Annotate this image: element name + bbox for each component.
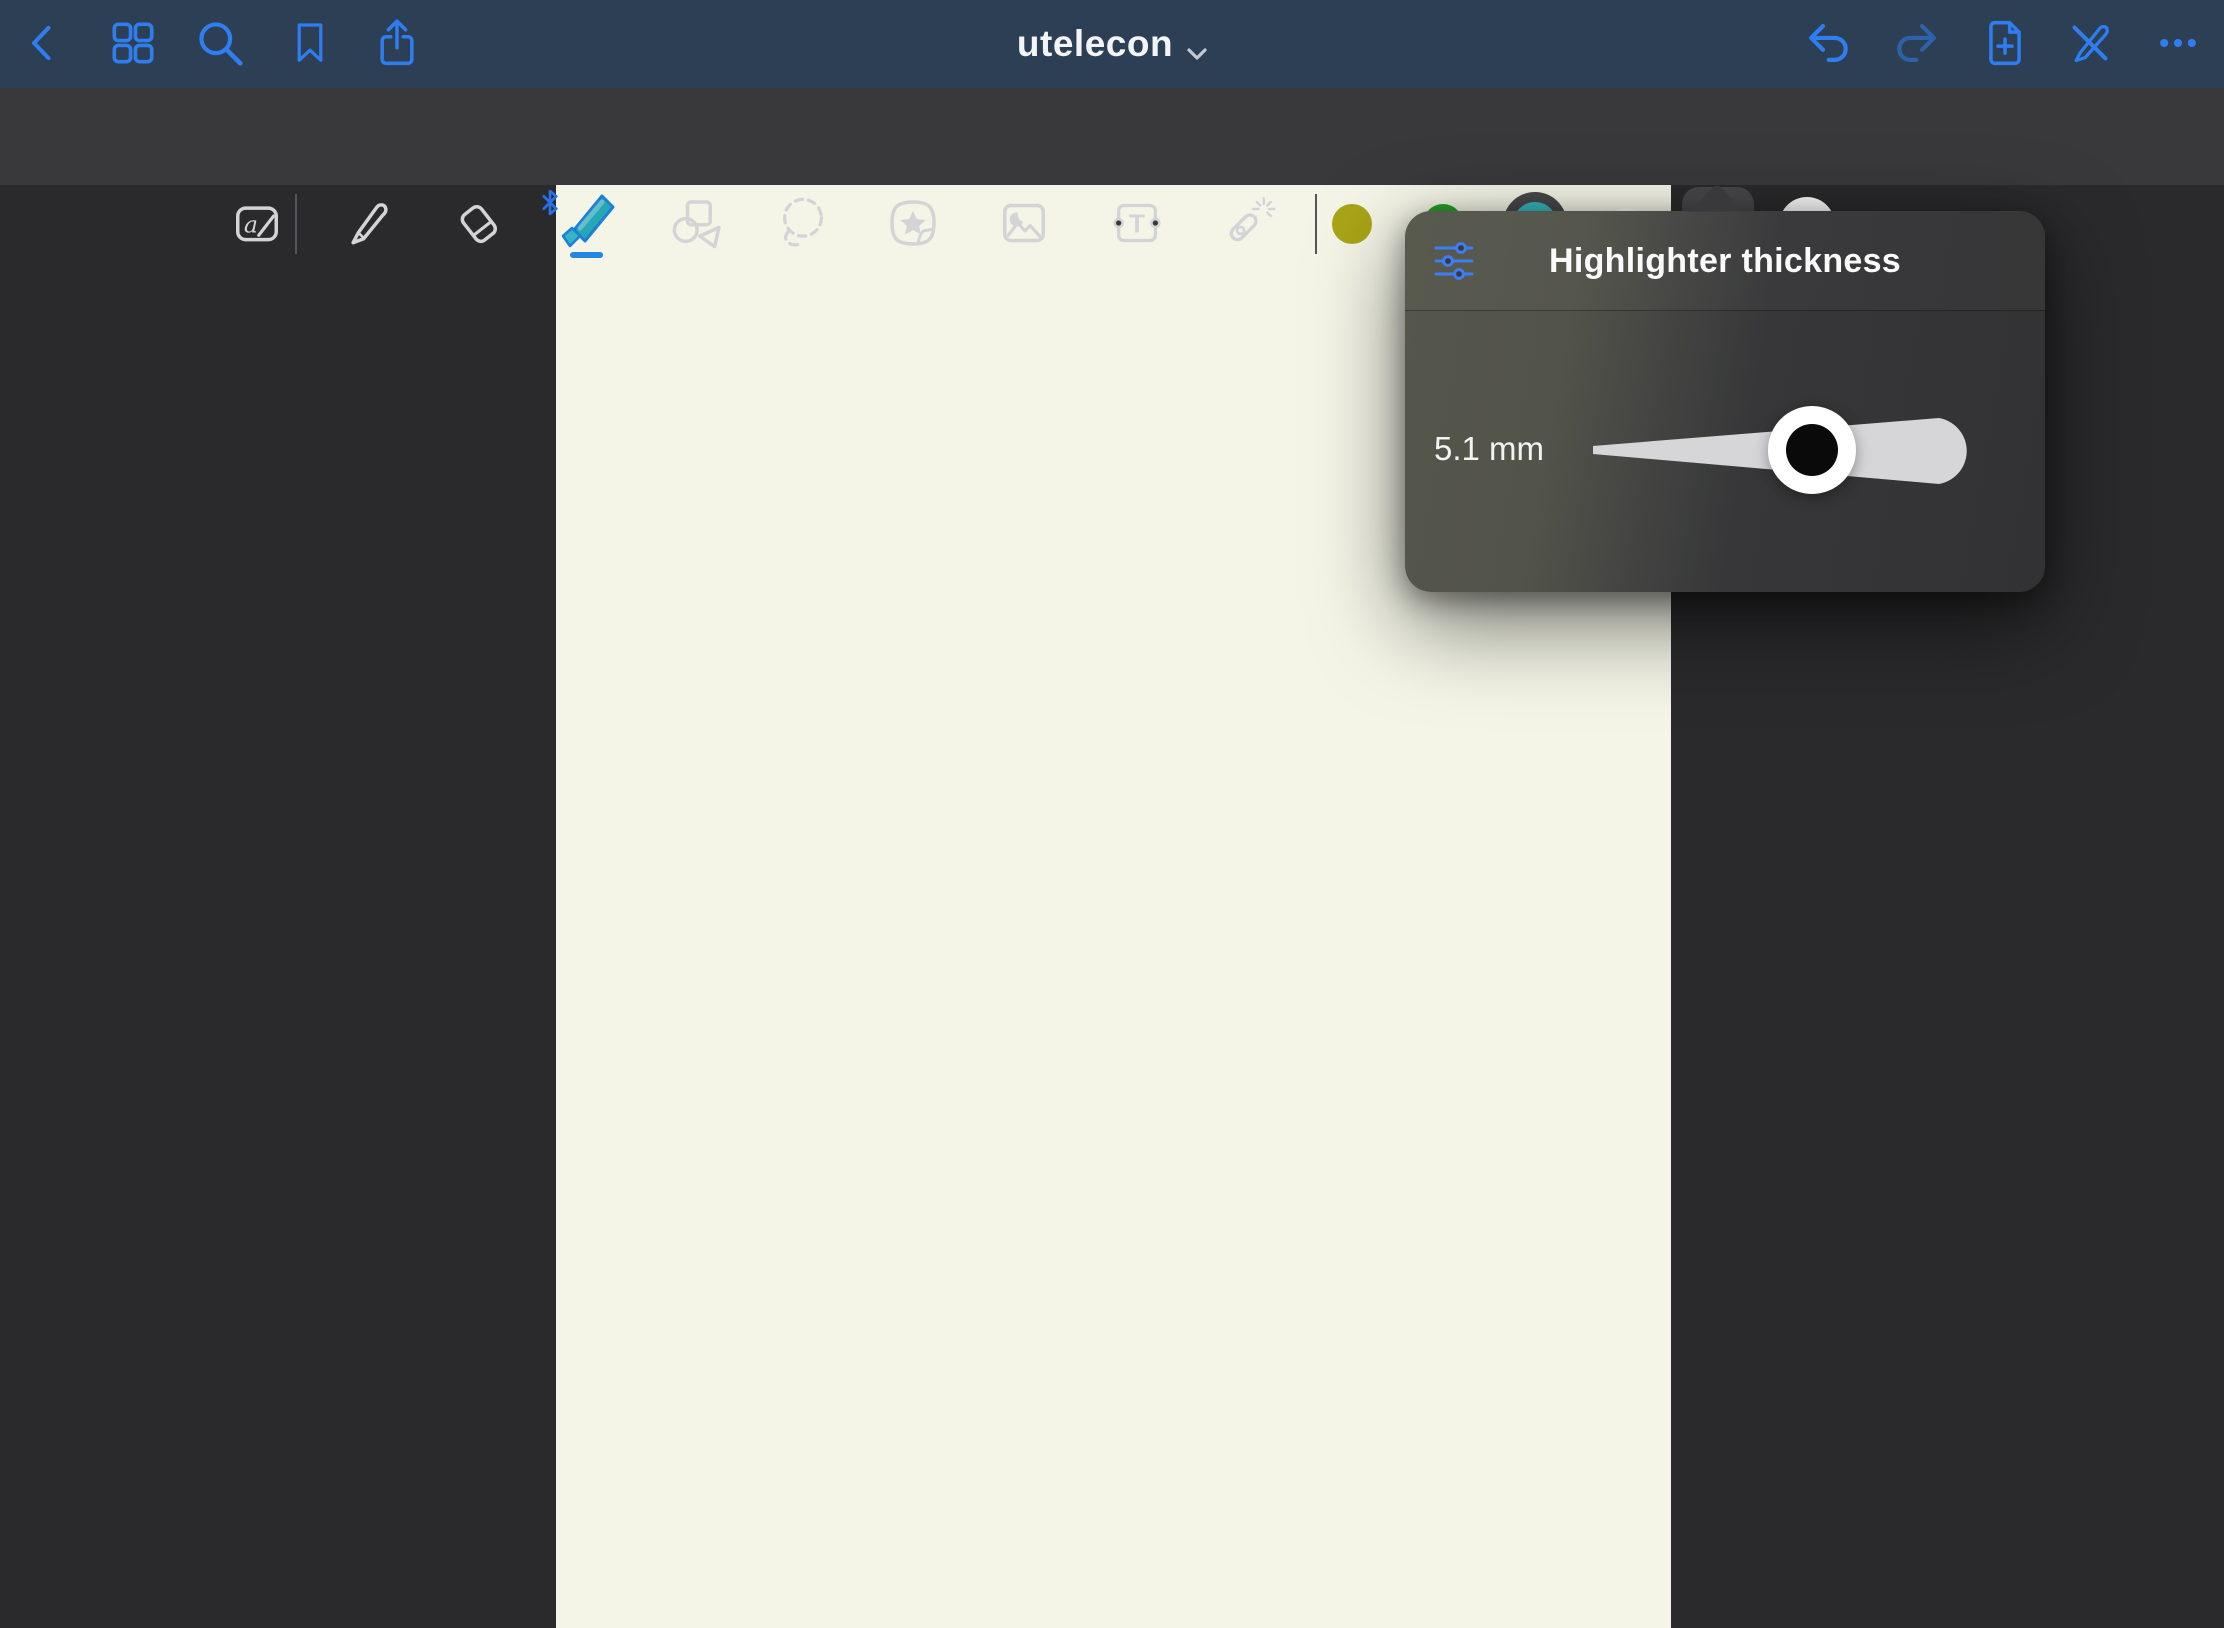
eraser-icon — [450, 195, 506, 254]
thickness-slider-knob-center — [1786, 424, 1838, 476]
laser-pointer-tool-button[interactable] — [1220, 196, 1276, 252]
thickness-slider-knob[interactable] — [1768, 406, 1856, 494]
undo-icon — [1801, 16, 1855, 73]
pen-crossed-icon — [2064, 17, 2116, 72]
text-tool-button[interactable]: T — [1109, 196, 1165, 252]
eraser-tool-button[interactable] — [450, 196, 506, 252]
image-tool-button[interactable] — [996, 196, 1052, 252]
more-ellipsis-icon — [2152, 17, 2204, 72]
title-chevron-down-icon — [1187, 27, 1207, 69]
editing-mode-icon: a — [229, 195, 285, 254]
more-button[interactable] — [2150, 16, 2206, 72]
toolbar-divider — [1315, 194, 1317, 254]
popover-caret — [1681, 185, 1753, 212]
bluetooth-icon — [541, 189, 559, 216]
text-icon: T — [1109, 195, 1165, 254]
shapes-tool-button[interactable] — [670, 196, 726, 252]
pen-tool-button[interactable] — [340, 196, 396, 252]
shapes-icon — [670, 195, 726, 254]
navigation-bar: utelecon — [0, 0, 2224, 88]
highlighter-icon — [560, 188, 624, 255]
pen-crossed-button[interactable] — [2062, 16, 2118, 72]
stickers-icon — [885, 195, 941, 254]
thickness-value-label: 5.1 mm — [1434, 430, 1584, 468]
editing-mode-button[interactable]: a — [229, 196, 285, 252]
laser-pointer-icon — [1220, 195, 1276, 254]
lasso-tool-button[interactable] — [775, 196, 831, 252]
lasso-icon — [775, 195, 831, 254]
highlighter-underline-mark — [570, 252, 603, 258]
highlighter-tool-button[interactable] — [560, 189, 624, 253]
stickers-tool-button[interactable] — [885, 196, 941, 252]
svg-text:a: a — [244, 210, 258, 238]
document-title: utelecon — [1017, 23, 1173, 65]
add-page-icon — [1980, 15, 2030, 74]
tools-bar: a — [0, 88, 2224, 185]
add-page-button[interactable] — [1977, 16, 2033, 72]
color-swatch-yellow[interactable] — [1328, 200, 1376, 248]
thickness-slider[interactable] — [1593, 416, 1973, 484]
pen-icon — [340, 195, 396, 254]
undo-button[interactable] — [1800, 16, 1856, 72]
redo-icon — [1890, 16, 1944, 73]
toolbar-divider — [295, 194, 297, 254]
yellow-color-dot — [1332, 204, 1372, 244]
app-screen: utelecon — [0, 0, 2224, 1628]
image-icon — [996, 195, 1052, 254]
popover-title: Highlighter thickness — [1405, 211, 2045, 311]
redo-button[interactable] — [1889, 16, 1945, 72]
svg-text:T: T — [1129, 208, 1145, 238]
highlighter-thickness-popover: Highlighter thickness 5.1 mm — [1405, 211, 2045, 592]
